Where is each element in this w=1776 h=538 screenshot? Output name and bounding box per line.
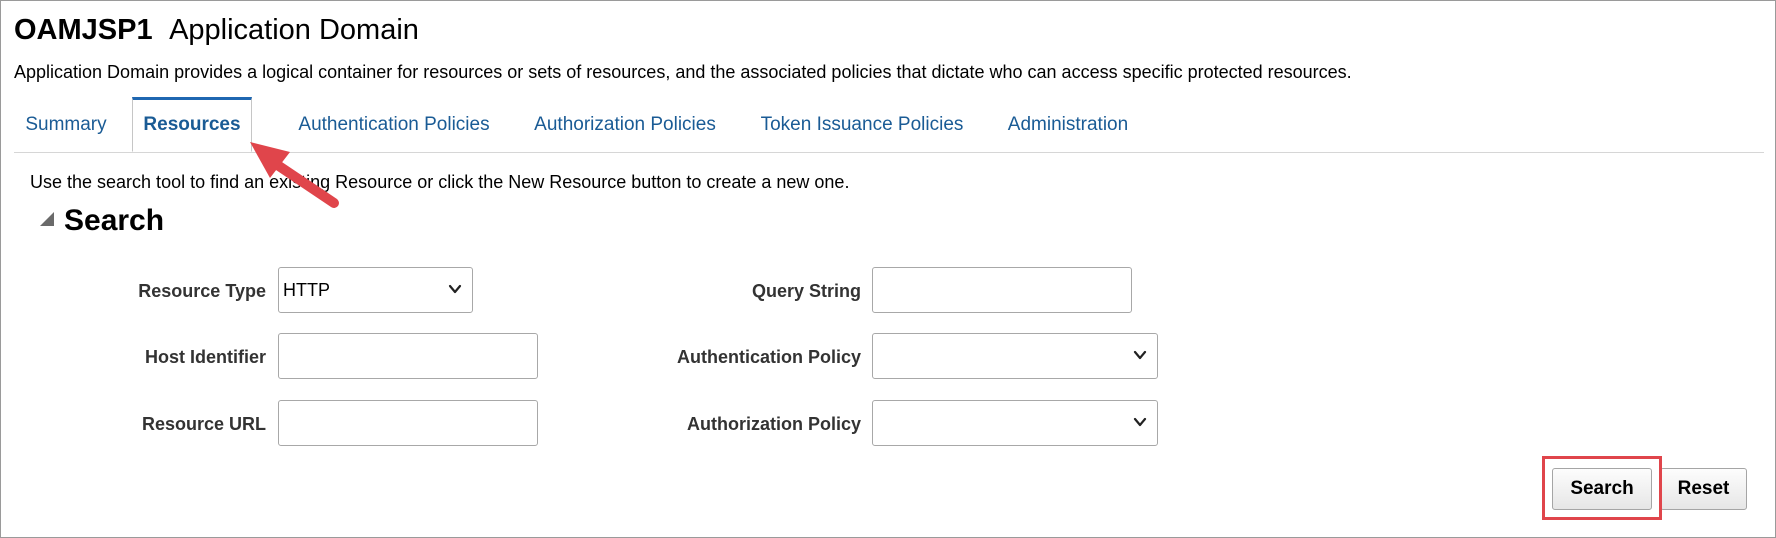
search-section-title: Search bbox=[64, 204, 165, 237]
search-hint-text: Use the search tool to find an existing … bbox=[30, 172, 850, 192]
resource-type-select[interactable]: HTTP bbox=[278, 267, 473, 313]
triangle-expanded-icon[interactable] bbox=[40, 212, 54, 226]
resource-url-field[interactable] bbox=[278, 400, 538, 446]
reset-button[interactable]: Reset bbox=[1660, 468, 1747, 510]
chevron-down-icon bbox=[1133, 350, 1147, 360]
resource-type-value: HTTP bbox=[283, 280, 330, 300]
query-string-label: Query String bbox=[751, 281, 861, 301]
tab-administration[interactable]: Administration bbox=[994, 98, 1142, 151]
tab-summary[interactable]: Summary bbox=[14, 98, 118, 151]
chevron-down-icon bbox=[448, 284, 462, 294]
authentication-policy-select[interactable] bbox=[872, 333, 1158, 379]
tab-bar: Summary Resources Authentication Policie… bbox=[14, 97, 1764, 153]
query-string-input[interactable] bbox=[873, 268, 1131, 312]
query-string-field[interactable] bbox=[872, 267, 1132, 313]
resource-url-label: Resource URL bbox=[141, 414, 266, 434]
tab-token-issuance-policies[interactable]: Token Issuance Policies bbox=[742, 98, 982, 151]
page-header: OAMJSP1 Application Domain bbox=[14, 14, 419, 54]
authorization-policy-label: Authorization Policy bbox=[686, 414, 861, 434]
resource-url-input[interactable] bbox=[279, 401, 537, 445]
page-description: Application Domain provides a logical co… bbox=[14, 62, 1352, 82]
chevron-down-icon bbox=[1133, 417, 1147, 427]
page-title: Application Domain bbox=[169, 14, 419, 46]
application-domain-name: OAMJSP1 bbox=[14, 14, 153, 46]
host-identifier-input[interactable] bbox=[279, 334, 537, 378]
authorization-policy-select[interactable] bbox=[872, 400, 1158, 446]
host-identifier-label: Host Identifier bbox=[144, 347, 266, 367]
authentication-policy-label: Authentication Policy bbox=[676, 347, 861, 367]
host-identifier-field[interactable] bbox=[278, 333, 538, 379]
tab-resources[interactable]: Resources bbox=[132, 97, 252, 152]
resource-type-label: Resource Type bbox=[138, 281, 266, 301]
tab-authorization-policies[interactable]: Authorization Policies bbox=[518, 98, 732, 151]
search-button-highlight bbox=[1542, 456, 1662, 520]
tab-authentication-policies[interactable]: Authentication Policies bbox=[278, 98, 510, 151]
search-section-header[interactable]: Search bbox=[40, 204, 164, 240]
